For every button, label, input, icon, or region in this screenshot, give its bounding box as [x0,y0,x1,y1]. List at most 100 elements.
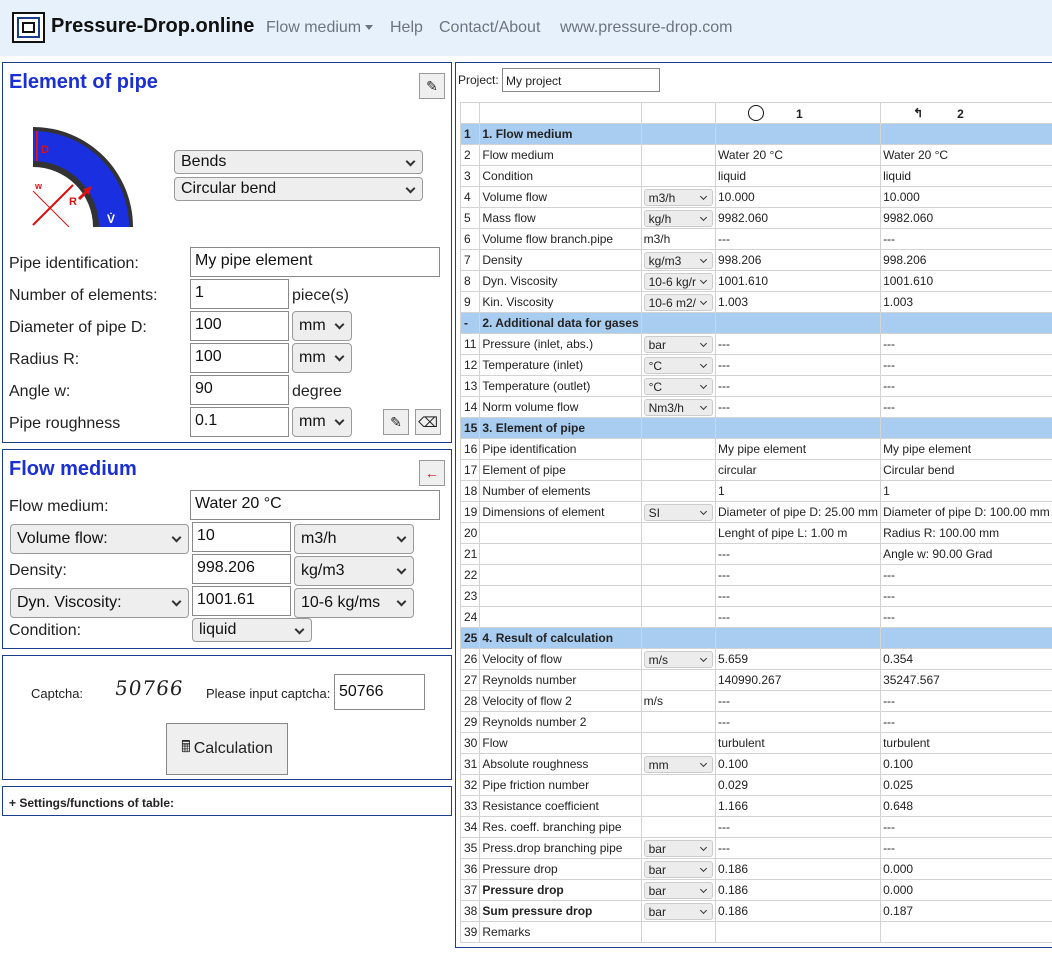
unit-select[interactable]: bar [643,335,713,353]
viscosity-unit-select[interactable]: 10-6 kg/ms [294,588,414,618]
eraser-icon[interactable]: ⌫ [415,409,441,435]
column-header-1[interactable]: 1 [714,102,882,124]
settings-panel[interactable]: + Settings/functions of table: [2,786,452,816]
volume-unit-select[interactable]: m3/h [294,524,414,554]
row-unit [640,795,716,817]
density-input[interactable]: 998.206 [192,554,291,584]
unit-select[interactable]: m/s [643,650,713,668]
row-unit[interactable]: 10-6 kg/r [640,270,716,292]
row-unit[interactable]: kg/h [640,207,716,229]
nav-help[interactable]: Help [390,19,423,37]
condition-select[interactable]: liquid [192,618,312,642]
row-unit [640,816,716,838]
row-col1: --- [714,228,882,250]
row-unit[interactable]: bar [640,879,716,901]
unit-select[interactable]: bar [643,902,713,920]
row-col2: 10.000 [880,186,1052,208]
unit-select[interactable]: bar [643,860,713,878]
row-col2: Circular bend [880,459,1052,481]
pencil-icon[interactable]: ✎ [419,73,445,99]
row-number: 4 [459,186,481,208]
row-name: 2. Additional data for gases [479,312,642,334]
table-row: 23 --- --- [459,585,1052,607]
medium-input[interactable]: Water 20 °C [190,490,440,520]
row-col2: My pipe element [880,438,1052,460]
unit-select[interactable]: m3/h [643,188,713,206]
row-col1 [714,312,882,334]
density-unit-select[interactable]: kg/m3 [294,556,414,586]
row-unit[interactable]: m3/h [640,186,716,208]
row-col2: --- [880,375,1052,397]
row-unit[interactable]: kg/m3 [640,249,716,271]
diameter-input[interactable]: 100 [190,311,289,341]
row-number: 28 [459,690,481,712]
settings-toggle[interactable]: + Settings/functions of table: [9,796,174,810]
diameter-unit-select[interactable]: mm [292,311,352,341]
brand-name[interactable]: Pressure-Drop.online [51,15,254,38]
row-unit[interactable]: °C [640,354,716,376]
row-unit[interactable]: bar [640,900,716,922]
row-name: Remarks [479,921,642,943]
unit-select[interactable]: SI [643,503,713,521]
unit-select[interactable]: 10-6 m2/ [643,293,713,311]
element-type-select[interactable]: Bends [174,150,423,174]
row-unit[interactable]: m/s [640,648,716,670]
row-unit[interactable]: Nm3/h [640,396,716,418]
viscosity-select[interactable]: Dyn. Viscosity: [10,588,189,618]
roughness-unit-select[interactable]: mm [292,407,352,437]
unit-select[interactable]: kg/m3 [643,251,713,269]
nav-flow-medium[interactable]: Flow medium [266,19,374,37]
project-input[interactable]: My project [502,68,660,92]
unit-select[interactable]: Nm3/h [643,398,713,416]
row-name: Dyn. Viscosity [479,270,642,292]
unit-select[interactable]: 10-6 kg/r [643,272,713,290]
unit-select[interactable]: mm [643,755,713,773]
radius-unit-select[interactable]: mm [292,343,352,373]
pipe-id-input[interactable]: My pipe element [190,247,440,277]
volume-flow-select[interactable]: Volume flow: [10,524,189,554]
radius-input[interactable]: 100 [190,343,289,373]
unit-select[interactable]: bar [643,839,713,857]
column-header-2[interactable]: ↰ 2 [880,102,1052,124]
row-name: Reynolds number 2 [479,711,642,733]
project-label: Project: [458,73,499,87]
row-name [479,606,642,628]
unit-select[interactable]: °C [643,377,713,395]
logo-icon[interactable] [12,12,45,43]
row-unit[interactable]: bar [640,858,716,880]
flow-panel-title: Flow medium [9,458,137,480]
row-unit[interactable]: bar [640,333,716,355]
results-table: 1 ↰2 3 11. Flow medium2Flow mediumWater … [459,102,1052,943]
row-unit [640,123,716,145]
row-unit[interactable]: °C [640,375,716,397]
viscosity-input[interactable]: 1001.61 [192,586,291,616]
nav-contact[interactable]: Contact/About [439,19,540,37]
element-subtype-select[interactable]: Circular bend [174,177,423,201]
row-number: 12 [459,354,481,376]
num-elements-input[interactable]: 1 [190,279,289,309]
calculation-button[interactable]: 🖩 Calculation [166,723,288,775]
row-name: Reynolds number [479,669,642,691]
row-unit[interactable]: SI [640,501,716,523]
unit-select[interactable]: °C [643,356,713,374]
angle-input[interactable]: 90 [190,375,289,405]
roughness-input[interactable]: 0.1 [190,407,289,437]
nav-website[interactable]: www.pressure-drop.com [560,19,733,37]
row-unit [640,627,716,649]
row-number: 13 [459,375,481,397]
pencil-icon[interactable]: ✎ [383,409,409,435]
row-number: - [459,312,481,334]
row-col2: --- [880,837,1052,859]
angle-label: Angle w: [9,383,71,400]
row-col1: liquid [714,165,882,187]
row-col1: --- [714,606,882,628]
unit-select[interactable]: bar [643,881,713,899]
back-arrow-icon[interactable]: ← [419,460,445,486]
row-unit[interactable]: 10-6 m2/ [640,291,716,313]
row-unit[interactable]: mm [640,753,716,775]
captcha-input[interactable]: 50766 [334,674,425,710]
row-unit[interactable]: bar [640,837,716,859]
volume-flow-input[interactable]: 10 [192,522,291,552]
unit-select[interactable]: kg/h [643,209,713,227]
captcha-image: 50766 [113,676,186,700]
